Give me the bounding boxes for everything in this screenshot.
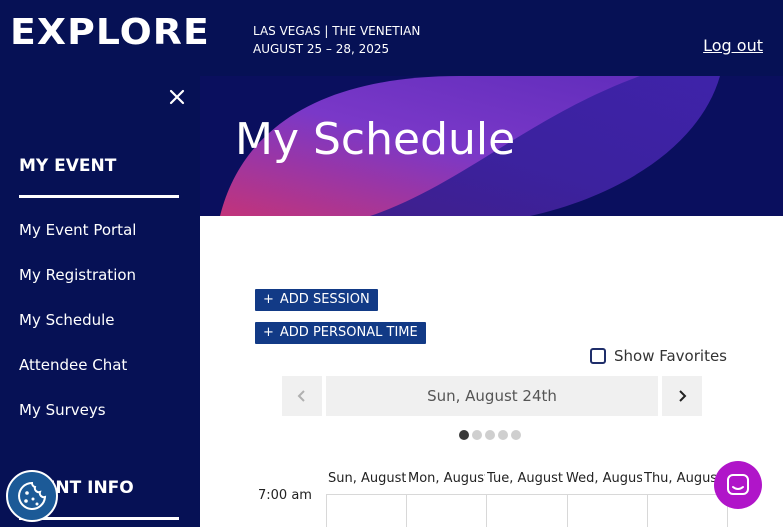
day-column-header: Tue, August 26th	[487, 471, 564, 486]
add-session-label: ADD SESSION	[279, 292, 370, 307]
sidebar-item-attendee-chat[interactable]: Attendee Chat	[19, 356, 127, 374]
current-date-display[interactable]: Sun, August 24th	[326, 376, 658, 416]
pager-dot[interactable]	[459, 430, 469, 440]
schedule-cell[interactable]	[327, 495, 408, 527]
add-personal-time-button[interactable]: + ADD PERSONAL TIME	[255, 322, 426, 344]
show-favorites-checkbox[interactable]	[590, 348, 606, 364]
day-column-header: Mon, August 25th	[408, 471, 485, 486]
add-personal-time-label: ADD PERSONAL TIME	[279, 325, 418, 340]
event-info: LAS VEGAS | THE VENETIAN AUGUST 25 – 28,…	[253, 22, 420, 58]
schedule-cell[interactable]	[568, 495, 648, 527]
chat-icon	[727, 474, 749, 495]
explore-logo[interactable]: EXPLORE	[10, 12, 210, 53]
close-icon[interactable]	[169, 86, 185, 110]
sidebar-divider	[19, 195, 179, 198]
pager-dot[interactable]	[498, 430, 508, 440]
day-column-header: Wed, August 27th	[566, 471, 642, 486]
schedule-cell[interactable]	[407, 495, 488, 527]
cookie-settings-button[interactable]	[6, 470, 58, 522]
chevron-left-icon	[297, 390, 305, 402]
chat-launcher-button[interactable]	[714, 461, 762, 509]
next-day-button[interactable]	[662, 376, 702, 416]
sidebar	[0, 76, 200, 527]
plus-icon: +	[263, 325, 274, 340]
schedule-cell[interactable]	[648, 495, 727, 527]
add-session-button[interactable]: + ADD SESSION	[255, 289, 378, 311]
sidebar-section-my-event: MY EVENT	[19, 156, 117, 176]
page: EXPLORE LAS VEGAS | THE VENETIAN AUGUST …	[0, 0, 783, 527]
pager-dot[interactable]	[511, 430, 521, 440]
sidebar-item-my-registration[interactable]: My Registration	[19, 266, 136, 284]
day-column-header: Sun, August 24th	[328, 471, 406, 486]
page-title: My Schedule	[235, 114, 516, 165]
time-slot-label: 7:00 am	[258, 488, 312, 503]
header: EXPLORE LAS VEGAS | THE VENETIAN AUGUST …	[0, 0, 783, 76]
cookie-icon	[18, 481, 47, 510]
sidebar-item-my-event-portal[interactable]: My Event Portal	[19, 221, 136, 239]
event-location: LAS VEGAS | THE VENETIAN	[253, 24, 421, 38]
schedule-grid	[326, 494, 728, 527]
chevron-right-icon	[679, 390, 687, 402]
day-pager	[459, 430, 521, 440]
pager-dot[interactable]	[472, 430, 482, 440]
previous-day-button[interactable]	[282, 376, 322, 416]
schedule-cell[interactable]	[487, 495, 568, 527]
sidebar-item-my-surveys[interactable]: My Surveys	[19, 401, 106, 419]
show-favorites-label: Show Favorites	[614, 347, 727, 365]
logout-link[interactable]: Log out	[703, 36, 763, 55]
pager-dot[interactable]	[485, 430, 495, 440]
sidebar-item-my-schedule[interactable]: My Schedule	[19, 311, 115, 329]
page-banner: My Schedule	[200, 76, 783, 216]
event-dates: AUGUST 25 – 28, 2025	[253, 42, 390, 56]
plus-icon: +	[263, 292, 274, 307]
show-favorites-toggle[interactable]: Show Favorites	[590, 347, 727, 365]
